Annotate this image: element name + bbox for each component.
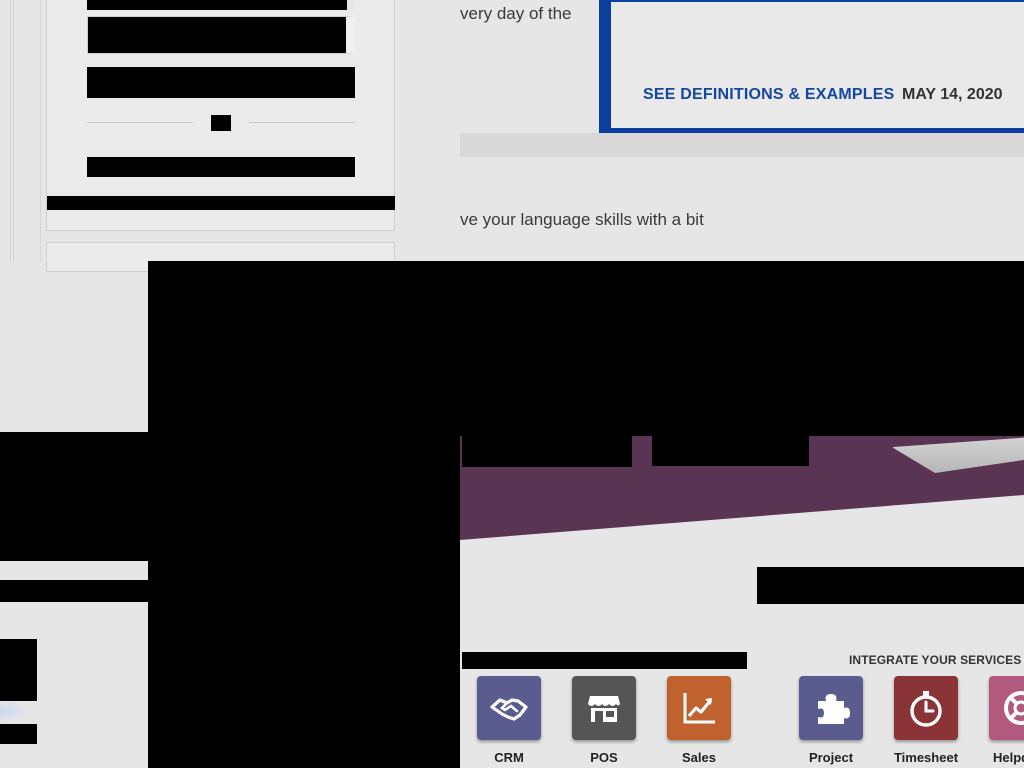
divider-left (87, 122, 193, 123)
redacted-secondary-button[interactable] (87, 157, 355, 177)
trend-chart-icon (667, 676, 731, 740)
app-crm[interactable]: CRM (476, 676, 542, 765)
app-timesheet[interactable]: Timesheet (893, 676, 959, 765)
app-label-pos: POS (590, 750, 618, 765)
article-text-line-1: very day of the (460, 4, 572, 23)
redacted-banner-button-1[interactable] (462, 436, 632, 467)
redacted-banner-heading (757, 567, 1024, 604)
redacted-divider-label (211, 115, 231, 131)
integrate-services-title: INTEGRATE YOUR SERVICES (849, 653, 1022, 667)
handshake-icon (477, 676, 541, 740)
left-window-edge (0, 0, 41, 261)
divider-right (249, 122, 355, 123)
app-project[interactable]: Project (798, 676, 864, 765)
redacted-region-side (0, 432, 148, 561)
app-helpdesk[interactable]: Helpd (988, 676, 1024, 765)
redacted-apps-heading (462, 652, 747, 669)
store-icon (572, 676, 636, 740)
section-separator (460, 133, 1024, 157)
redacted-banner-button-2[interactable] (652, 436, 809, 466)
card-date: MAY 14, 2020 (902, 86, 1003, 103)
app-label-sales: Sales (682, 750, 716, 765)
screen: very day of the SEE DEFINITIONS & EXAMPL… (0, 0, 1024, 768)
redacted-button[interactable] (87, 67, 355, 98)
redacted-side-bar (0, 580, 148, 602)
app-label-timesheet: Timesheet (893, 750, 959, 765)
scrollbar-track[interactable] (10, 0, 14, 261)
definition-card (599, 0, 1024, 140)
redacted-side-icon (0, 639, 37, 701)
stopwatch-icon (894, 676, 958, 740)
redacted-side-label (0, 724, 37, 744)
side-glow (0, 700, 30, 722)
lifebuoy-icon (989, 676, 1024, 740)
app-label-crm: CRM (494, 750, 524, 765)
app-label-project: Project (808, 750, 854, 765)
redacted-region-left (148, 436, 460, 768)
app-pos[interactable]: POS (571, 676, 637, 765)
redacted-region-top (148, 261, 1024, 437)
app-label-helpdesk: Helpd (993, 750, 1024, 765)
article-text-line-2: ve your language skills with a bit (460, 210, 704, 229)
app-sales[interactable]: Sales (666, 676, 732, 765)
puzzle-icon (799, 676, 863, 740)
redacted-input-field[interactable] (87, 16, 355, 54)
see-definitions-link[interactable]: SEE DEFINITIONS & EXAMPLES (643, 86, 894, 104)
redacted-footer-bar (47, 196, 395, 210)
redacted-input-top[interactable] (87, 0, 355, 10)
